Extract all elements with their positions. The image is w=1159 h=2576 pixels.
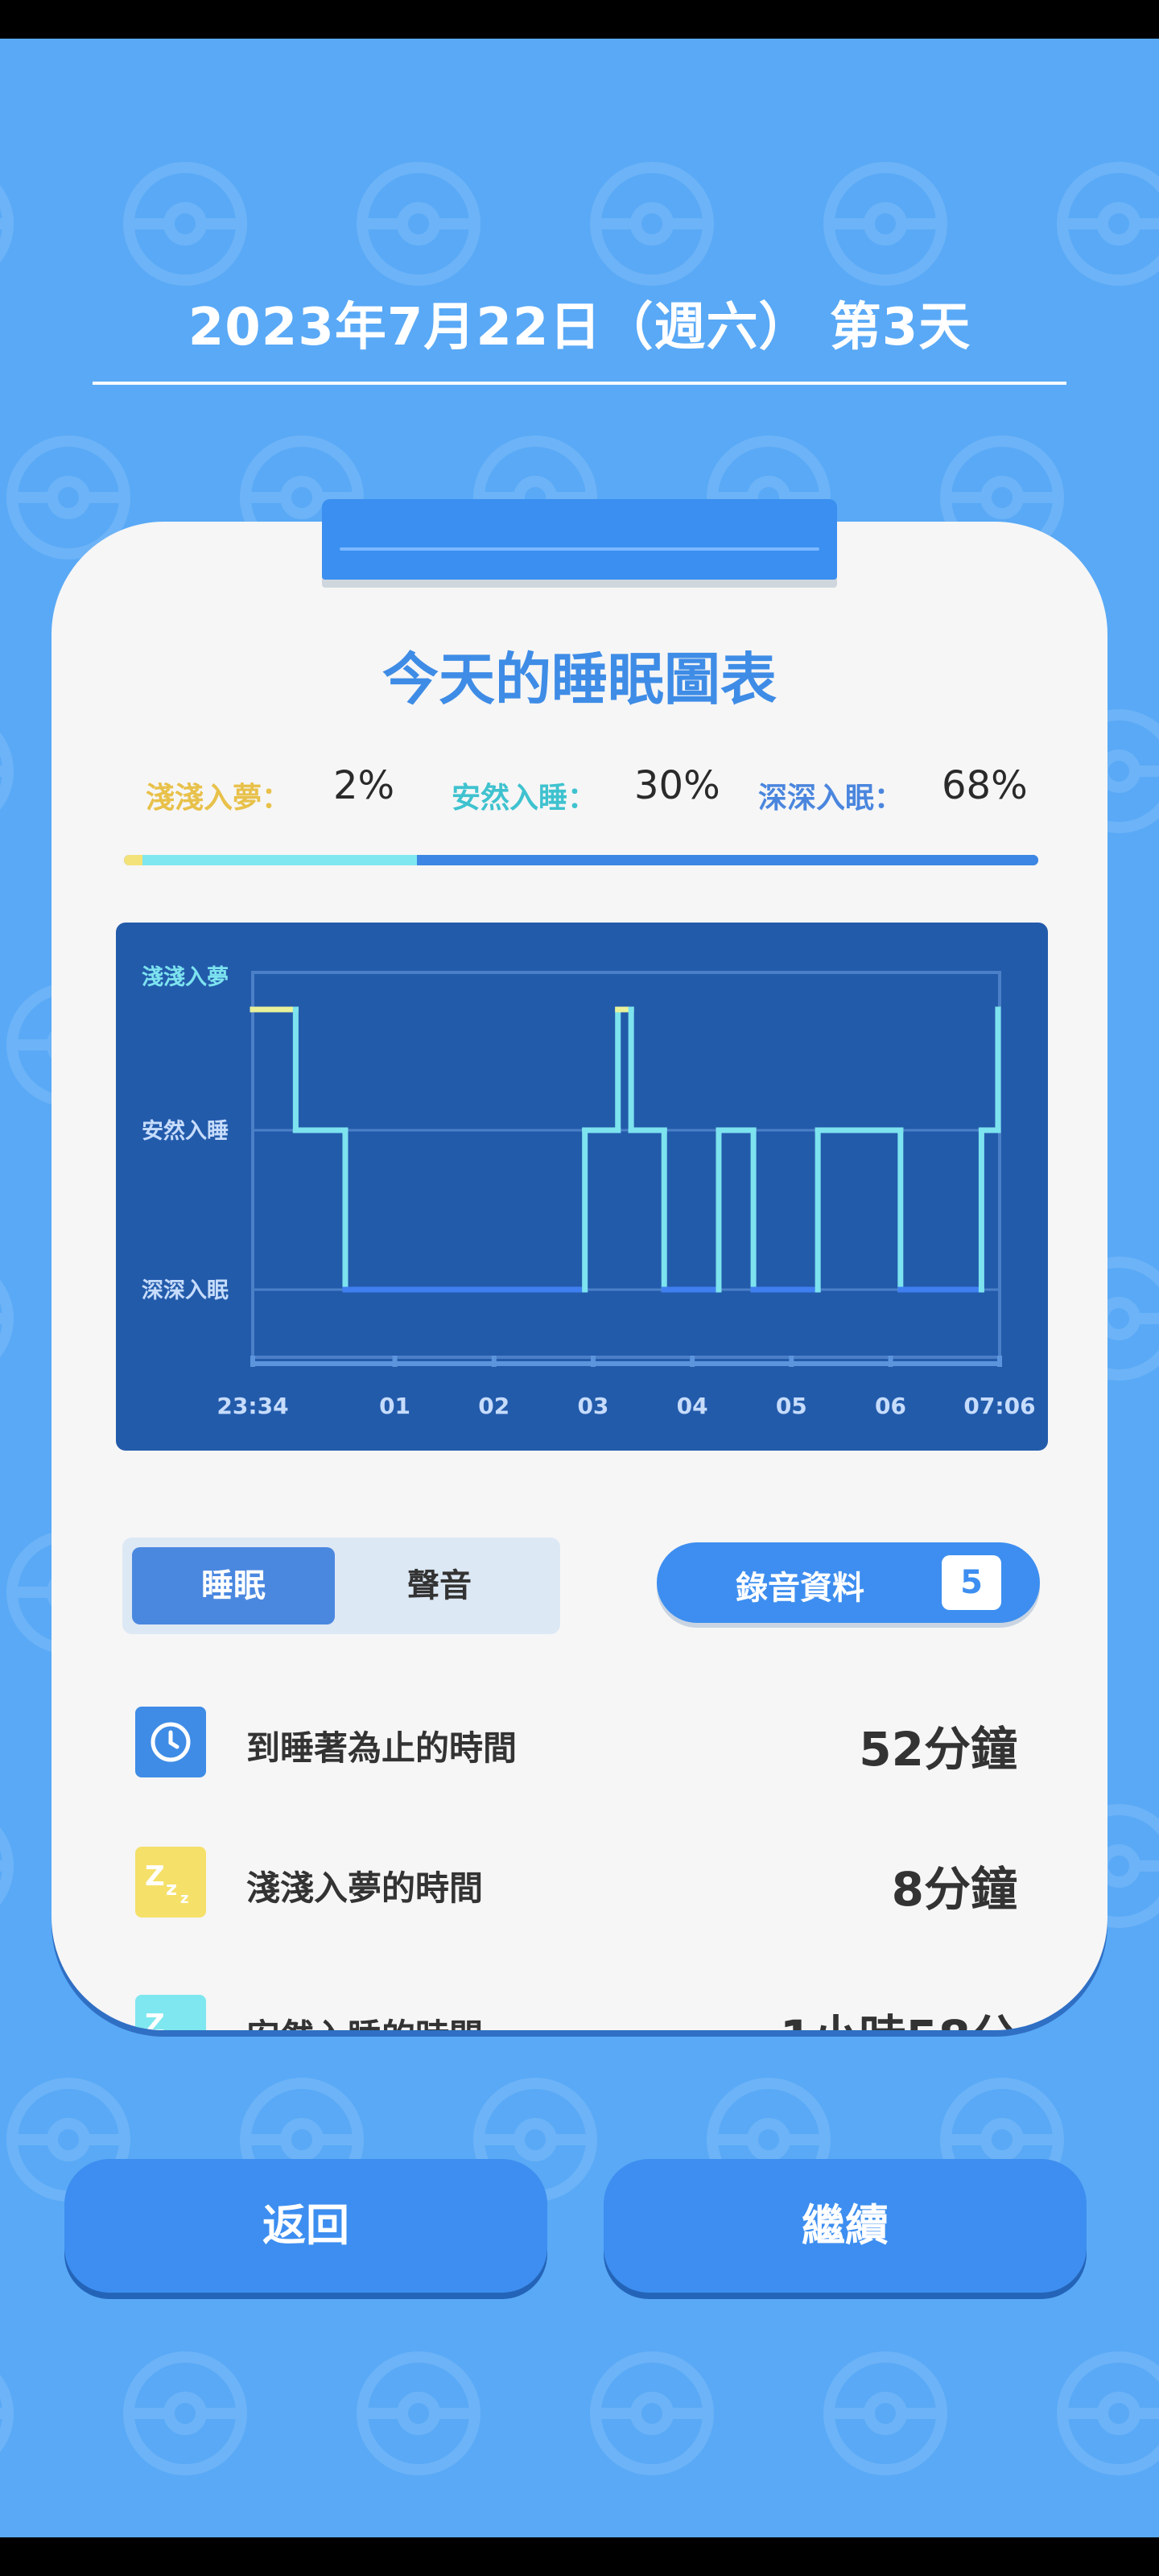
sleep-chart: 淺淺入夢安然入睡深深入眠 23:34 01 02 03 04 05 06 07:06 [116,923,1048,1451]
tab-sleep[interactable]: 睡眠 [132,1547,335,1624]
clipboard-clip [322,499,837,580]
x-tick-label: 02 [478,1393,509,1419]
title-divider [93,382,1066,385]
pokeball-pattern-icon [590,162,714,286]
pokeball-pattern-icon [0,184,14,263]
zzz-icon: Zz [135,1995,206,2030]
pokeball-pattern-icon [357,2351,481,2475]
x-tick-label: 05 [776,1393,807,1419]
stat-label: 安然入睡的時間 [246,2009,483,2030]
pokeball-pattern-icon [1057,2351,1159,2475]
view-toggle: 睡眠 聲音 [122,1538,560,1634]
y-tick-label: 安然入睡 [142,1118,229,1144]
deep-sleep-percent: 68% [942,763,1028,808]
stat-value: 1小時58分 [780,2000,1017,2030]
x-tick-label: 23:34 [217,1393,288,1419]
svg-text:Z: Z [145,1860,165,1893]
stat-value: 52分鐘 [859,1722,1017,1777]
card-title: 今天的睡眠圖表 [382,646,777,712]
x-tick-label: 01 [379,1393,410,1419]
clock-icon [135,1707,206,1777]
continue-button[interactable]: 繼續 [604,2159,1087,2293]
sleep-chart-card: 今天的睡眠圖表 淺淺入夢： 2% 安然入睡： 30% 深深入眠： 68% 淺淺入… [52,522,1107,2030]
recordings-button[interactable]: 錄音資料 5 [657,1542,1040,1623]
pokeball-pattern-icon [0,732,14,811]
y-tick-label: 深深入眠 [142,1278,229,1303]
svg-text:Z: Z [145,2008,165,2030]
stat-label: 到睡著為止的時間 [246,1728,518,1768]
percentage-summary: 淺淺入夢： 2% 安然入睡： 30% 深深入眠： 68% [52,763,1107,828]
page-title: 2023年7月22日（週六） 第3天 [188,298,971,357]
pokeball-pattern-icon [823,162,947,286]
chart-frame [251,971,1001,1359]
stat-value: 8分鐘 [891,1862,1017,1917]
rem-sleep-segment [142,855,417,865]
x-tick-label: 06 [875,1393,906,1419]
pokeball-pattern-icon [0,1279,14,1358]
stat-label: 淺淺入夢的時間 [246,1868,484,1908]
light-sleep-segment [124,855,142,865]
pokeball-pattern-icon [123,162,247,286]
zzz-icon: Zzz [135,1847,206,1918]
pokeball-pattern-icon [357,162,481,286]
status-bar [0,0,1159,39]
svg-text:z: z [166,1877,177,1900]
pokeball-pattern-icon [0,1827,14,1905]
stat-row-time-to-sleep: 到睡著為止的時間 52分鐘 [52,1702,1107,1782]
sleep-chart-svg: 淺淺入夢安然入睡深深入眠 23:34 01 02 03 04 05 06 07:06 [142,965,1036,1419]
pokeball-pattern-icon [590,2351,714,2475]
recordings-count-badge: 5 [942,1555,1001,1610]
back-button[interactable]: 返回 [64,2159,547,2293]
rem-sleep-label: 安然入睡： [452,782,597,815]
rem-sleep-percent: 30% [634,763,720,808]
svg-text:z: z [166,2025,177,2030]
pokeball-pattern-icon [123,2351,247,2475]
x-tick-label: 03 [577,1393,608,1419]
pokeball-pattern-icon [823,2351,947,2475]
stat-row-rem-sleep: Zz 安然入睡的時間 1小時58分 [52,1990,1107,2030]
x-tick-label: 07:06 [963,1393,1035,1419]
pokeball-pattern-icon [0,2374,14,2453]
recordings-label: 錄音資料 [736,1570,864,1607]
y-tick-label: 淺淺入夢 [142,965,229,990]
sleep-ratio-bar [124,855,1038,865]
deep-sleep-segment [417,855,1038,865]
deep-sleep-label: 深深入眠： [758,782,904,815]
navigation-bar [0,2537,1159,2576]
stat-row-light-sleep: Zzz 淺淺入夢的時間 8分鐘 [52,1842,1107,1922]
svg-text:z: z [180,1890,188,1907]
light-sleep-percent: 2% [333,763,395,808]
light-sleep-label: 淺淺入夢： [146,782,291,815]
tab-sound[interactable]: 聲音 [338,1547,541,1624]
x-tick-label: 04 [677,1393,708,1419]
pokeball-pattern-icon [1057,162,1159,286]
